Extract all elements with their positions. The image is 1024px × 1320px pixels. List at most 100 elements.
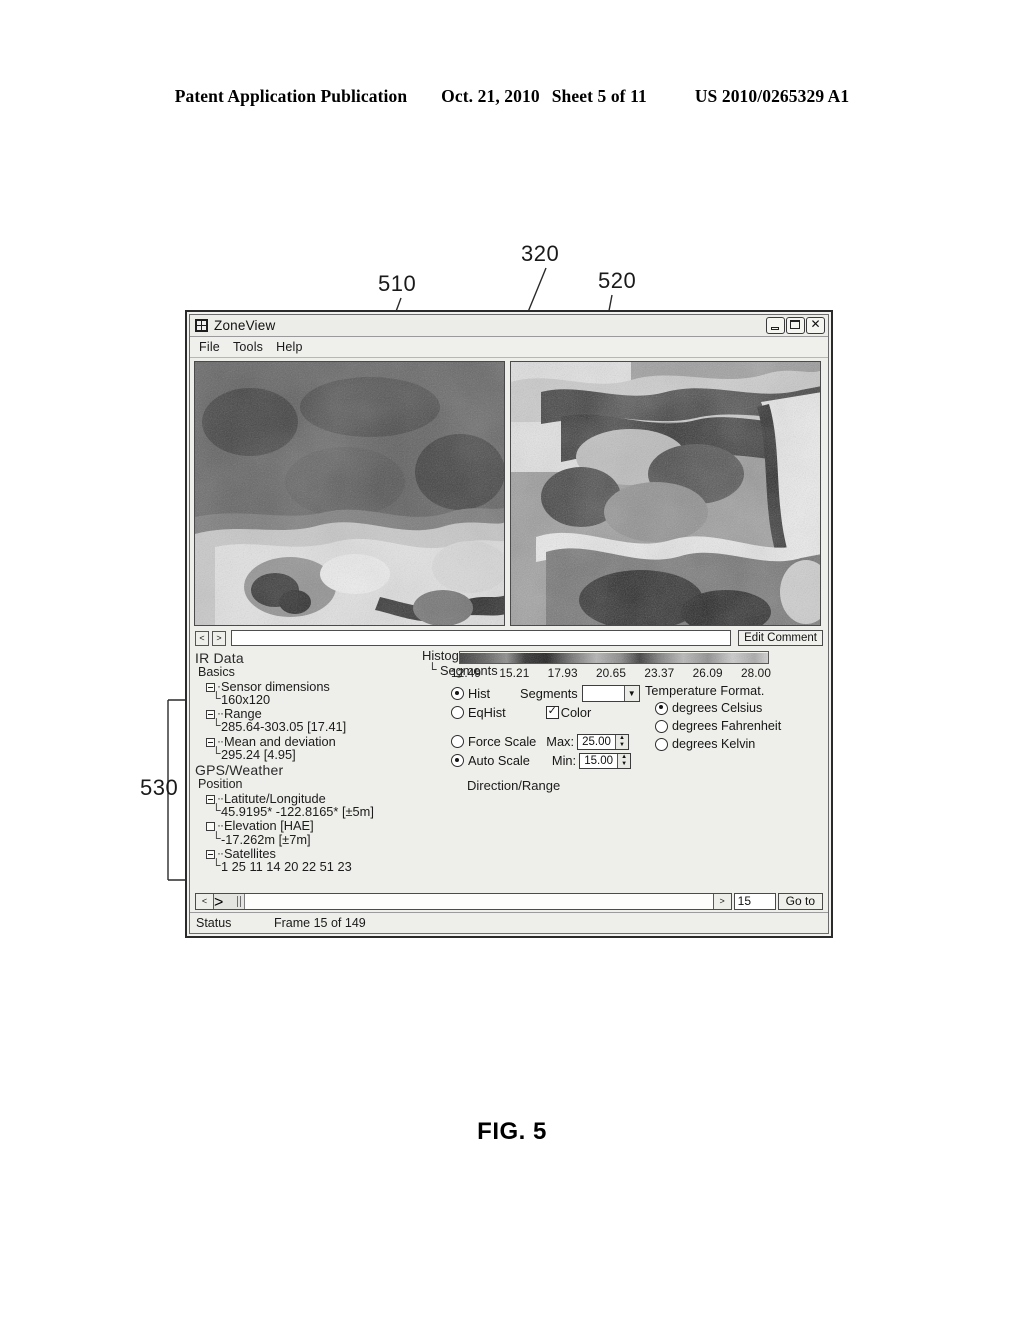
maximize-icon[interactable] [786,317,805,334]
min-spin-buttons[interactable]: ▲ ▼ [617,753,631,768]
tree-leaf-value: 160x120 [221,691,271,707]
tree-leaf-sensor-dimensions: └ 160x120 [195,691,445,707]
comment-next-button[interactable]: > [212,630,226,646]
position-title: Position [198,776,243,791]
auto-scale-radio[interactable] [451,754,464,767]
tree-node-satellites[interactable]: ·· Satellites [195,847,445,860]
callout-530: 530 [140,775,179,800]
tree-node-label: Latitute/Longitude [224,790,326,806]
min-stepper[interactable]: 15.00 ▲ ▼ [579,752,632,769]
tree-elbow-icon: └ [212,830,221,845]
color-checkbox[interactable] [545,704,559,719]
window-inner-frame: ZoneView File Tools Help [189,314,829,934]
patent-number: US 2010/0265329 A1 [694,86,850,106]
data-panel: IR Data Basics · Sensor dimensions └ 160… [190,648,828,891]
histogram-tick: 23.37 [644,666,675,680]
close-icon[interactable] [806,317,825,334]
celsius-label: degrees Celsius [672,701,763,715]
app-icon [195,319,208,332]
kelvin-radio[interactable] [655,737,668,751]
histogram-colorbar[interactable] [459,651,769,664]
gps-weather-title: GPS/Weather [195,762,284,779]
eqhist-radio[interactable] [451,706,464,719]
frame-scrollbar[interactable]: < > > [195,893,732,911]
ir-image-left-graphic [195,362,504,625]
histogram-tick-labels: 12.49 15.21 17.93 20.65 23.37 26.09 28.0… [451,666,771,680]
histogram-tick: 20.65 [595,666,627,680]
color-label: Color [560,705,592,720]
callout-510: 510 [378,271,417,296]
comment-bar: < > Edit Comment [190,626,828,648]
tree-node-mean-deviation[interactable]: ·· Mean and deviation [195,733,445,749]
segments-dropdown[interactable]: ▼ [581,685,640,702]
ir-image-right-graphic [511,362,820,625]
callout-520: 520 [598,268,637,293]
max-value[interactable]: 25.00 [578,735,615,749]
histogram-tick: 28.00 [740,666,771,680]
max-label: Max: [546,734,575,749]
scroll-right-icon[interactable]: > [712,894,731,909]
tree-leaf-value: 285.64-303.05 [17.41] [221,719,347,735]
tree-elbow-icon: └ [212,858,221,873]
histogram-colorbar-graphic [460,653,768,663]
menu-item-help[interactable]: Help [276,340,303,354]
menu-item-tools[interactable]: Tools [233,340,263,354]
menu-item-file[interactable]: File [199,340,220,354]
tree-node-label: Mean and deviation [224,733,336,749]
tree-elbow-icon: └ [428,661,437,676]
eqhist-label: EqHist [468,705,506,720]
spin-down-icon[interactable]: ▼ [618,761,630,768]
segments-value [583,686,624,701]
tree-node-range[interactable]: ·· Range [195,707,445,720]
tree-node-elevation[interactable]: ·· Elevation [HAE] [195,818,445,834]
edit-comment-button[interactable]: Edit Comment [738,630,823,646]
tree-node-lat-long[interactable]: ·· Latitute/Longitude [195,790,445,806]
frame-number-input[interactable]: 15 [733,893,776,910]
histogram-tick: 15.21 [499,666,530,680]
fahrenheit-label: degrees Fahrenheit [672,719,782,733]
patent-page-header: Patent Application Publication Oct. 21, … [0,86,1024,107]
min-value[interactable]: 15.00 [580,754,617,768]
goto-button[interactable]: Go to [777,893,823,910]
chevron-down-icon[interactable]: ▼ [623,686,639,701]
window-title: ZoneView [214,318,276,333]
tree-node-label: Sensor dimensions [221,678,330,694]
spin-up-icon[interactable]: ▲ [616,735,628,742]
tree-node-label: Elevation [HAE] [224,818,314,834]
auto-scale-label: Auto Scale [468,753,530,768]
scrollbar-trough[interactable] [245,894,713,909]
tree-elbow-icon: └ [212,803,221,818]
tree-node-label: Range [224,706,262,722]
zoneview-window: ZoneView File Tools Help [185,310,833,938]
tree-leaf-value: 1 25 11 14 20 22 51 23 [221,859,352,875]
histogram-tick: 26.09 [692,666,723,680]
scroll-left-icon[interactable]: < [196,894,214,909]
max-stepper[interactable]: 25.00 ▲ ▼ [577,733,630,750]
spin-up-icon[interactable]: ▲ [618,754,630,761]
tree-node-sensor-dimensions[interactable]: · Sensor dimensions [195,678,445,694]
direction-range-label: Direction/Range [467,778,561,793]
ir-image-left[interactable] [194,361,505,626]
status-label: Status [196,916,232,930]
ir-data-title: IR Data [195,650,244,666]
spin-down-icon[interactable]: ▼ [616,742,628,749]
max-spin-buttons[interactable]: ▲ ▼ [615,734,629,749]
tree-leaf-mean-deviation: └ 295.24 [4.95] [195,746,445,762]
tree-leaf-value: 45.9195* -122.8165* [±5m] [221,804,374,820]
temp-celsius-row: degrees Celsius [645,699,781,717]
force-scale-radio[interactable] [451,735,464,748]
tree-elbow-icon: └ [212,746,221,761]
hist-radio[interactable] [451,687,464,700]
metadata-tree: IR Data Basics · Sensor dimensions └ 160… [195,648,498,891]
fahrenheit-radio[interactable] [655,719,668,733]
ir-basics-title: Basics [198,664,235,679]
publication-title: Patent Application Publication [174,86,408,106]
comment-prev-button[interactable]: < [195,630,209,646]
celsius-radio[interactable] [655,701,668,715]
ir-image-right[interactable] [510,361,821,626]
minimize-icon[interactable] [766,317,785,334]
tree-leaf-satellites: └ 1 25 11 14 20 22 51 23 [195,858,445,875]
status-text: Frame 15 of 149 [274,916,366,930]
comment-input[interactable] [231,630,732,646]
scrollbar-thumb[interactable]: > [214,894,245,911]
